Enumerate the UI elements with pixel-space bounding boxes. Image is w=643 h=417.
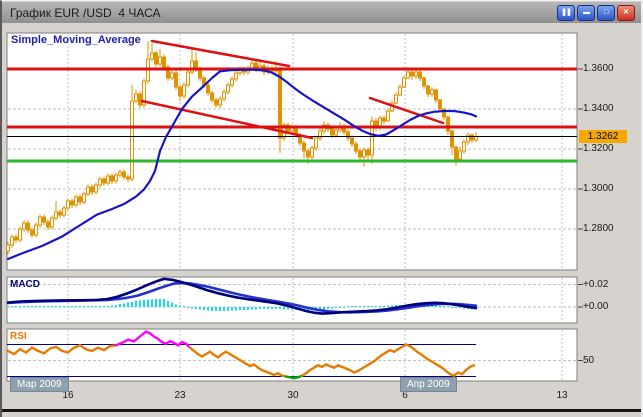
window-buttons: ❚❚ ▬ □ ✕: [557, 5, 635, 21]
rsi-axis-label: 50: [583, 354, 595, 366]
window-bottom-edge: [2, 409, 641, 412]
sma-indicator-label: Simple_Moving_Average: [11, 34, 141, 46]
price-axis-label: 1.3200: [583, 143, 614, 154]
date-tick-label: 30: [287, 390, 299, 401]
price-axis-label: 1.3000: [583, 183, 614, 194]
current-price-tag: 1.3262: [579, 129, 627, 143]
minimize-button[interactable]: ▬: [577, 5, 595, 21]
chart-client-area: Simple_Moving_Average MACD RSI 1.3600 1.3…: [2, 23, 641, 417]
price-axis-label: 1.3600: [583, 63, 614, 74]
price-axis-label: 1.3400: [583, 103, 614, 114]
chart-window: График EUR /USD 4 ЧАСА ❚❚ ▬ □ ✕ Simple_Movi…: [0, 0, 643, 417]
rsi-indicator-label: RSI: [10, 331, 27, 342]
month-badge: Апр 2009: [400, 377, 457, 392]
macd-indicator-label: MACD: [10, 279, 40, 290]
title-bar[interactable]: График EUR /USD 4 ЧАСА ❚❚ ▬ □ ✕: [2, 2, 641, 24]
date-tick-label: 23: [174, 390, 186, 401]
date-tick-label: 13: [556, 390, 568, 401]
month-badge: Мар 2009: [10, 377, 69, 392]
chart-canvas[interactable]: [2, 23, 641, 417]
window-title: График EUR /USD 4 ЧАСА: [10, 5, 161, 20]
close-button[interactable]: ✕: [617, 5, 635, 21]
macd-axis-label: +0.02: [583, 278, 609, 290]
price-axis-label: 1.2800: [583, 223, 614, 234]
pause-button[interactable]: ❚❚: [557, 5, 575, 21]
macd-axis-label: +0.00: [583, 301, 609, 312]
maximize-button[interactable]: □: [597, 5, 615, 21]
